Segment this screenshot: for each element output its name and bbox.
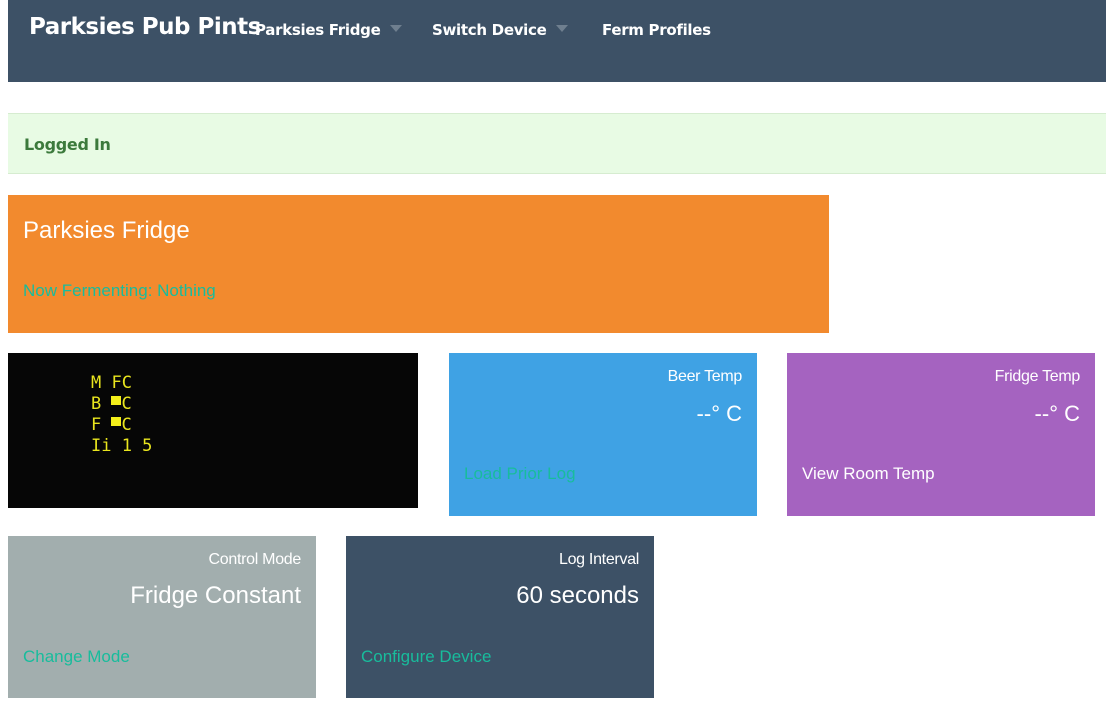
beer-temp-tile: Beer Temp --° C Load Prior Log bbox=[449, 353, 757, 516]
chevron-down-icon bbox=[556, 25, 569, 32]
nav-device-label: Parksies Fridge bbox=[255, 21, 381, 39]
lcd-line-4: Ii 1 5 bbox=[91, 436, 153, 456]
nav-switch-device-label: Switch Device bbox=[432, 21, 547, 39]
configure-device-link[interactable]: Configure Device bbox=[361, 647, 491, 667]
top-navbar: Parksies Pub Pints Parksies Fridge Switc… bbox=[8, 0, 1106, 82]
view-room-temp-link[interactable]: View Room Temp bbox=[802, 464, 935, 484]
fridge-temp-value: --° C bbox=[1034, 401, 1080, 426]
nav-ferm-profiles[interactable]: Ferm Profiles bbox=[602, 21, 711, 39]
fridge-temp-tile: Fridge Temp --° C View Room Temp bbox=[787, 353, 1095, 516]
nav-ferm-profiles-label: Ferm Profiles bbox=[602, 21, 711, 39]
lcd-line-1: M FC bbox=[91, 373, 132, 393]
lcd-line-3: F C bbox=[91, 415, 132, 435]
load-prior-log-link[interactable]: Load Prior Log bbox=[464, 464, 576, 484]
device-name: Parksies Fridge bbox=[23, 217, 190, 244]
control-mode-value: Fridge Constant bbox=[130, 582, 301, 609]
log-interval-label: Log Interval bbox=[558, 551, 639, 568]
alert-text: Logged In bbox=[24, 135, 111, 154]
lcd-display: M FC B CF C Ii 1 5 bbox=[8, 353, 418, 508]
lcd-cursor-block bbox=[111, 396, 122, 405]
change-mode-link[interactable]: Change Mode bbox=[23, 647, 130, 667]
lcd-cursor-block bbox=[111, 417, 122, 426]
log-interval-value: 60 seconds bbox=[516, 582, 639, 609]
now-fermenting-link[interactable]: Now Fermenting: Nothing bbox=[23, 281, 216, 301]
log-interval-tile: Log Interval 60 seconds Configure Device bbox=[346, 536, 654, 698]
beer-temp-value: --° C bbox=[696, 401, 742, 426]
chevron-down-icon bbox=[390, 25, 403, 32]
lcd-line-2: B C bbox=[91, 394, 132, 414]
beer-temp-label: Beer Temp bbox=[667, 368, 743, 385]
nav-switch-device-dropdown[interactable]: Switch Device bbox=[432, 21, 569, 39]
brand-title[interactable]: Parksies Pub Pints bbox=[29, 14, 261, 40]
nav-device-dropdown[interactable]: Parksies Fridge bbox=[255, 21, 403, 39]
login-alert: Logged In bbox=[8, 113, 1106, 174]
device-tile: Parksies Fridge Now Fermenting: Nothing bbox=[8, 195, 829, 333]
lcd-text: M FC B CF C Ii 1 5 bbox=[91, 373, 152, 457]
fridge-temp-label: Fridge Temp bbox=[994, 368, 1081, 385]
control-mode-label: Control Mode bbox=[208, 551, 302, 568]
control-mode-tile: Control Mode Fridge Constant Change Mode bbox=[8, 536, 316, 698]
